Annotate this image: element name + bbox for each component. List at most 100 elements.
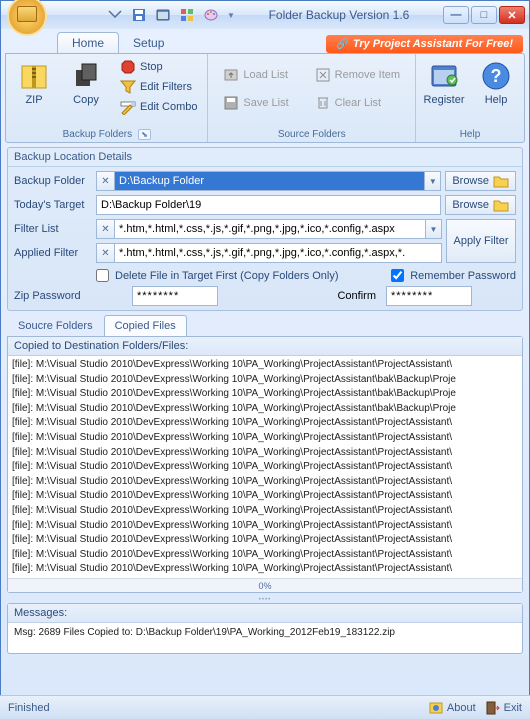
register-icon [428,60,460,92]
list-item[interactable]: [file]: M:\Visual Studio 2010\DevExpress… [12,358,518,373]
ribbon-group-help: Register ? Help Help [416,54,524,142]
quick-access-toolbar: ▼ [107,7,235,23]
close-button[interactable]: ✕ [499,6,525,24]
edit-combo-button[interactable]: Edit Combo [116,98,201,116]
backup-folder-browse[interactable]: Browse [445,171,516,191]
edit-filters-icon [120,79,136,95]
list-item[interactable]: [file]: M:\Visual Studio 2010\DevExpress… [12,489,518,504]
exit-icon [486,701,500,715]
list-item[interactable]: [file]: M:\Visual Studio 2010\DevExpress… [12,562,518,577]
help-button[interactable]: ? Help [474,58,518,127]
messages-header: Messages: [8,604,522,623]
edit-combo-icon [120,99,136,115]
list-item[interactable]: [file]: M:\Visual Studio 2010\DevExpress… [12,373,518,388]
filter-list-clear[interactable]: ✕ [96,219,114,239]
applied-filter-clear[interactable]: ✕ [96,243,114,263]
about-button[interactable]: About [429,701,476,715]
window-title: Folder Backup Version 1.6 [235,8,443,22]
qat-arrow-icon[interactable] [107,7,123,23]
confirm-label: Confirm [222,290,382,302]
list-item[interactable]: [file]: M:\Visual Studio 2010\DevExpress… [12,533,518,548]
exit-button[interactable]: Exit [486,701,522,715]
progress-bar: 0% [8,578,522,592]
folder-icon [493,198,509,212]
copied-files-header: Copied to Destination Folders/Files: [8,337,522,356]
list-item[interactable]: [file]: M:\Visual Studio 2010\DevExpress… [12,548,518,563]
status-text: Finished [8,702,50,714]
clear-list-button[interactable]: Clear List [311,94,404,112]
list-item[interactable]: [file]: M:\Visual Studio 2010\DevExpress… [12,416,518,431]
folder-icon [493,174,509,188]
zip-password-label: Zip Password [14,290,92,302]
register-button[interactable]: Register [422,58,466,127]
minimize-button[interactable]: — [443,6,469,24]
window-controls: — □ ✕ [443,6,525,24]
ribbon-tabs: Home Setup Try Project Assistant For Fre… [1,29,529,53]
qat-windows-icon[interactable] [179,7,195,23]
todays-target-label: Today's Target [14,199,92,211]
applied-filter-input[interactable] [114,243,442,263]
sub-tabs: Soucre Folders Copied Files [7,315,523,336]
copied-files-panel: Copied to Destination Folders/Files: [fi… [7,336,523,593]
messages-panel: Messages: Msg: 2689 Files Copied to: D:\… [7,603,523,654]
apply-filter-button[interactable]: Apply Filter [446,219,516,263]
about-icon [429,701,443,715]
ribbon-body: ZIP Copy Stop Edit Filters Edit Combo [5,53,525,143]
svg-text:?: ? [491,66,502,86]
backup-folder-dropdown[interactable]: ▼ [425,171,441,191]
qat-run-icon[interactable] [155,7,171,23]
tab-source-folders[interactable]: Soucre Folders [7,315,104,336]
copy-button[interactable]: Copy [64,58,108,127]
applied-filter-label: Applied Filter [14,247,92,259]
load-list-button[interactable]: Load List [219,66,292,84]
status-bar: Finished About Exit [0,695,530,719]
list-item[interactable]: [file]: M:\Visual Studio 2010\DevExpress… [12,519,518,534]
ribbon-group-source: Load List Save List Remove Item Clear Li… [208,54,416,142]
help-icon: ? [480,60,512,92]
tab-copied-files[interactable]: Copied Files [104,315,187,336]
backup-group-launcher[interactable]: ⬊ [138,129,151,140]
qat-palette-icon[interactable] [203,7,219,23]
save-list-icon [223,95,239,111]
backup-details-header: Backup Location Details [8,148,522,167]
backup-folder-input[interactable] [114,171,425,191]
delete-first-checkbox[interactable]: Delete File in Target First (Copy Folder… [96,269,339,282]
maximize-button[interactable]: □ [471,6,497,24]
todays-target-browse[interactable]: Browse [445,195,516,215]
copied-files-list[interactable]: [file]: M:\Visual Studio 2010\DevExpress… [8,356,522,578]
promo-banner[interactable]: Try Project Assistant For Free! [326,35,523,53]
filter-list-input[interactable] [114,219,426,239]
backup-details-panel: Backup Location Details Backup Folder ✕ … [7,147,523,311]
filter-list-label: Filter List [14,223,92,235]
stop-icon [120,59,136,75]
title-bar: ▼ Folder Backup Version 1.6 — □ ✕ [1,1,529,29]
confirm-password-input[interactable] [386,286,472,306]
list-item[interactable]: [file]: M:\Visual Studio 2010\DevExpress… [12,387,518,402]
qat-save-icon[interactable] [131,7,147,23]
load-list-icon [223,67,239,83]
copy-icon [70,60,102,92]
zip-password-input[interactable] [132,286,218,306]
edit-filters-button[interactable]: Edit Filters [116,78,201,96]
stop-button[interactable]: Stop [116,58,201,76]
backup-folder-clear[interactable]: ✕ [96,171,114,191]
list-item[interactable]: [file]: M:\Visual Studio 2010\DevExpress… [12,402,518,417]
backup-folder-label: Backup Folder [14,175,92,187]
todays-target-input[interactable] [96,195,441,215]
clear-list-icon [315,95,331,111]
list-item[interactable]: [file]: M:\Visual Studio 2010\DevExpress… [12,446,518,461]
zip-icon [18,60,50,92]
list-item[interactable]: [file]: M:\Visual Studio 2010\DevExpress… [12,460,518,475]
messages-text: Msg: 2689 Files Copied to: D:\Backup Fol… [8,623,522,653]
tab-home[interactable]: Home [57,32,119,53]
remove-item-button[interactable]: Remove Item [311,66,404,84]
save-list-button[interactable]: Save List [219,94,292,112]
ribbon-group-backup: ZIP Copy Stop Edit Filters Edit Combo [6,54,208,142]
tab-setup[interactable]: Setup [119,33,178,53]
remember-password-checkbox[interactable]: Remember Password [391,269,516,282]
list-item[interactable]: [file]: M:\Visual Studio 2010\DevExpress… [12,504,518,519]
zip-button[interactable]: ZIP [12,58,56,127]
list-item[interactable]: [file]: M:\Visual Studio 2010\DevExpress… [12,475,518,490]
list-item[interactable]: [file]: M:\Visual Studio 2010\DevExpress… [12,431,518,446]
filter-list-dropdown[interactable]: ▼ [426,219,442,239]
